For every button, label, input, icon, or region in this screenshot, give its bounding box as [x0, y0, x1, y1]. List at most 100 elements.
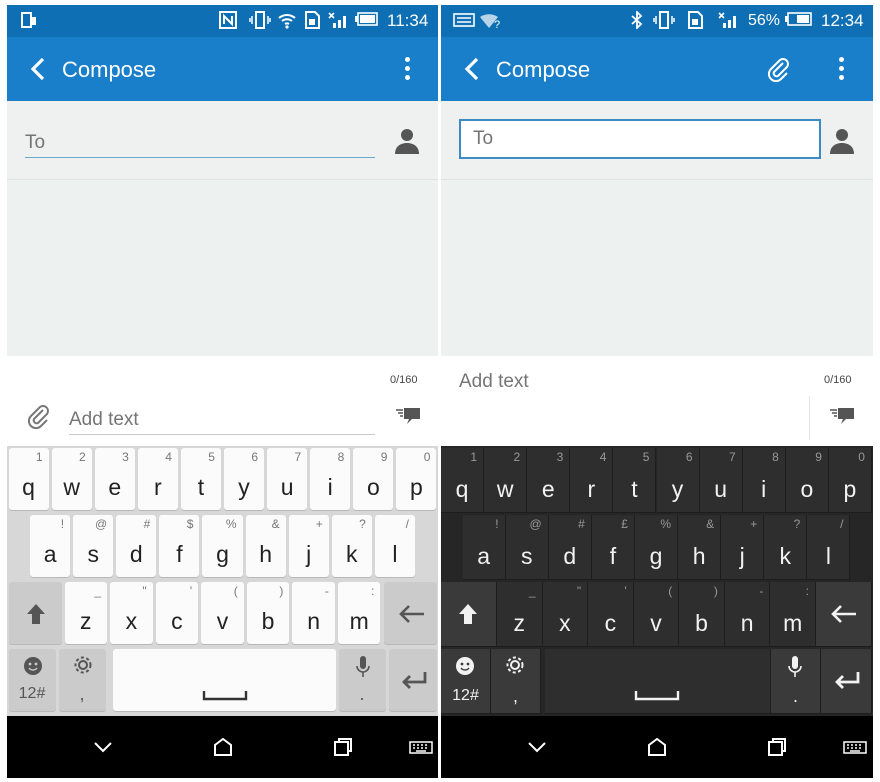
key-s[interactable]: @ s [505, 515, 549, 580]
settings-comma-key[interactable]: , [491, 649, 541, 714]
key-j[interactable]: + j [288, 515, 329, 577]
key-x[interactable]: " x [110, 582, 153, 644]
key-q[interactable]: 1q [441, 448, 485, 513]
keyboard-switch-icon[interactable] [409, 736, 433, 758]
recent-apps-icon[interactable] [765, 736, 789, 758]
key-c[interactable]: ' c [588, 582, 634, 647]
key-l[interactable]: / l [807, 515, 851, 580]
enter-key[interactable] [821, 649, 872, 714]
home-icon[interactable] [645, 736, 669, 758]
contact-person-icon[interactable] [394, 127, 420, 155]
shift-key[interactable] [441, 582, 497, 647]
key-h[interactable]: & h [245, 515, 286, 577]
key-label: d [563, 543, 577, 569]
contact-person-icon[interactable] [829, 127, 855, 155]
key-d[interactable]: # d [548, 515, 592, 580]
voice-period-key[interactable]: . [771, 649, 821, 714]
key-p[interactable]: 0p [396, 448, 437, 510]
key-e[interactable]: 3e [527, 448, 571, 513]
message-input[interactable] [459, 368, 759, 396]
key-d[interactable]: # d [116, 515, 157, 577]
key-label: p [410, 474, 423, 500]
key-l[interactable]: / l [374, 515, 415, 577]
paperclip-icon[interactable] [27, 404, 51, 430]
key-m[interactable]: :m [337, 582, 381, 644]
key-r[interactable]: 4r [137, 448, 178, 510]
key-q[interactable]: 1q [8, 448, 49, 510]
key-r[interactable]: 4r [570, 448, 614, 513]
spacebar-key[interactable] [112, 649, 336, 711]
key-s[interactable]: @ s [73, 515, 114, 577]
key-t[interactable]: 5t [180, 448, 221, 510]
key-b[interactable]: ) b [246, 582, 290, 644]
enter-key[interactable] [388, 649, 437, 711]
key-y[interactable]: 6y [224, 448, 265, 510]
home-icon[interactable] [211, 736, 235, 758]
shift-key[interactable] [8, 582, 62, 644]
key-n[interactable]: -n [724, 582, 771, 647]
back-nav-icon[interactable] [525, 736, 549, 758]
key-y[interactable]: 6y [656, 448, 700, 513]
key-label: x [559, 610, 571, 636]
back-icon[interactable] [459, 55, 487, 83]
key-c[interactable]: ' c [155, 582, 199, 644]
key-hint-label: : [805, 584, 809, 598]
key-m[interactable]: :m [770, 582, 816, 647]
key-o[interactable]: 9o [353, 448, 394, 510]
key-k[interactable]: ? k [331, 515, 372, 577]
to-field[interactable] [25, 129, 375, 158]
key-label: t [197, 474, 205, 500]
key-u[interactable]: 7u [267, 448, 308, 510]
key-w[interactable]: 2w [484, 448, 528, 513]
key-t[interactable]: 5t [613, 448, 657, 513]
key-i[interactable]: 8i [742, 448, 786, 513]
key-a[interactable]: ! a [30, 515, 71, 577]
key-f[interactable]: $ f [159, 515, 200, 577]
key-f[interactable]: £ f [591, 515, 635, 580]
send-message-icon[interactable] [829, 406, 854, 426]
keyboard-switch-icon[interactable] [843, 736, 867, 758]
voice-period-key[interactable]: . [338, 649, 386, 711]
key-p[interactable]: 0p [828, 448, 872, 513]
key-z[interactable]: _ z [497, 582, 543, 647]
key-b[interactable]: ) b [679, 582, 725, 647]
backspace-key[interactable] [383, 582, 437, 644]
key-e[interactable]: 3e [94, 448, 135, 510]
send-message-icon[interactable] [395, 406, 420, 426]
key-z[interactable]: _ z [64, 582, 108, 644]
key-hint-label: 8 [772, 450, 779, 464]
emoji-symbols-key[interactable]: 12# [441, 649, 491, 714]
more-vertical-icon[interactable] [836, 55, 846, 83]
key-hint-label: 7 [729, 450, 736, 464]
key-a[interactable]: ! a [462, 515, 506, 580]
key-hint-label: # [143, 517, 151, 531]
key-u[interactable]: 7u [699, 448, 743, 513]
key-x[interactable]: " x [542, 582, 589, 647]
period-label: . [792, 686, 798, 706]
to-field[interactable] [459, 119, 821, 159]
paperclip-icon[interactable] [767, 57, 791, 83]
key-w[interactable]: 2w [51, 448, 92, 510]
key-o[interactable]: 9o [785, 448, 829, 513]
key-j[interactable]: + j [721, 515, 765, 580]
back-nav-icon[interactable] [91, 736, 115, 758]
key-g[interactable]: % g [202, 515, 243, 577]
settings-comma-key[interactable]: , [58, 649, 106, 711]
back-icon[interactable] [25, 55, 53, 83]
key-n[interactable]: -n [292, 582, 335, 644]
backspace-key[interactable] [816, 582, 872, 647]
recent-apps-icon[interactable] [331, 736, 355, 758]
key-k[interactable]: ? k [764, 515, 808, 580]
key-label: h [692, 543, 706, 569]
key-v[interactable]: (v [633, 582, 680, 647]
more-vertical-icon[interactable] [402, 55, 412, 83]
shift-arrow-icon [26, 604, 45, 624]
message-input[interactable] [69, 406, 375, 435]
key-v[interactable]: (v [201, 582, 244, 644]
key-g[interactable]: % g [634, 515, 679, 580]
key-i[interactable]: 8i [310, 448, 351, 510]
emoji-symbols-key[interactable]: 12# [8, 649, 56, 711]
spacebar-key[interactable] [545, 649, 771, 714]
period-label: . [359, 684, 365, 704]
key-h[interactable]: & h [678, 515, 722, 580]
